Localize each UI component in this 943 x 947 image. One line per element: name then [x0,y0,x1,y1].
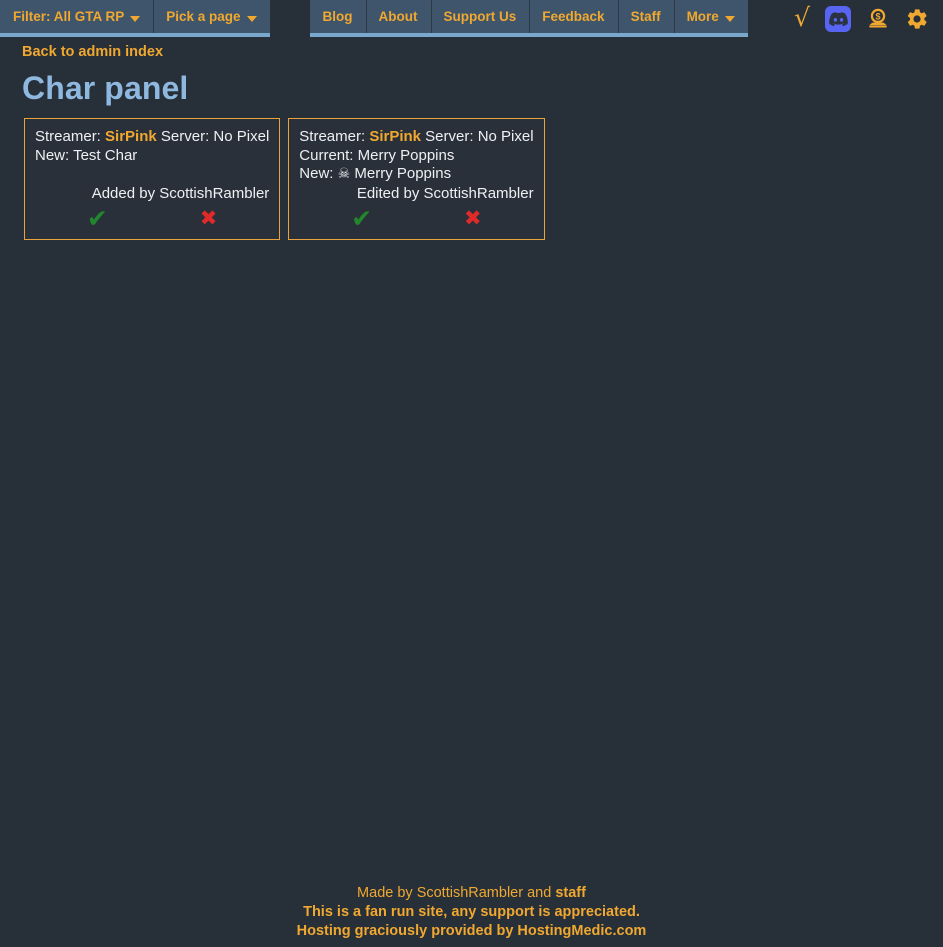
footer-staff-link[interactable]: staff [555,885,586,901]
nav-pick-a-page[interactable]: Pick a page [153,0,270,37]
discord-icon[interactable] [825,5,851,32]
card-edited-by: Edited by ScottishRambler [356,184,534,202]
navbar: Filter: All GTA RP Pick a page Blog Abou… [0,0,943,37]
deny-cross-icon[interactable]: ✖ [200,208,218,229]
card-current-line: Current: Merry Poppins [299,147,533,166]
nav-pick-a-page-label: Pick a page [166,9,241,24]
square-root-icon[interactable]: √ [794,5,810,30]
new-label: New: [35,146,70,164]
nav-filter-label: Filter: All GTA RP [13,9,125,24]
footer-line-hosting: Hosting graciously provided by HostingMe… [296,923,647,939]
char-request-card: Streamer: SirPink Server: No Pixel Curre… [288,118,545,240]
char-request-card: Streamer: SirPink Server: No Pixel New: … [24,118,281,240]
card-streamer-line: Streamer: SirPink Server: No Pixel [35,128,269,147]
nav-more[interactable]: More [673,0,748,37]
new-label: New: [299,165,334,182]
server-name: No Pixel [213,128,270,145]
streamer-name: SirPink [105,128,157,145]
skull-icon: ☠ [337,166,351,182]
card-new-line: New: Test Char [35,147,269,166]
char-request-card-list: Streamer: SirPink Server: No Pixel New: … [24,118,545,240]
footer-line-made-by: Made by ScottishRambler and staff [0,884,943,903]
server-name: No Pixel [477,128,534,145]
donate-money-icon[interactable]: $ [866,7,890,31]
nav-blog-label: Blog [322,9,353,24]
nav-support-us-label: Support Us [443,9,517,24]
nav-more-label: More [686,9,719,24]
approve-check-icon[interactable]: ✔ [87,206,108,231]
footer-line-fan-site: This is a fan run site, any support is a… [303,904,640,920]
card-streamer-line: Streamer: SirPink Server: No Pixel [299,128,533,147]
deny-cross-icon[interactable]: ✖ [464,208,482,229]
chevron-down-icon [246,15,257,22]
chevron-down-icon [130,15,141,22]
nav-about[interactable]: About [365,0,431,37]
nav-feedback[interactable]: Feedback [529,0,618,37]
approve-check-icon[interactable]: ✔ [351,206,372,231]
back-to-admin-index-link[interactable]: Back to admin index [22,44,163,60]
current-label: Current: [299,146,354,164]
card-action-row: ✔ ✖ [299,206,533,231]
footer-made-prefix: Made by ScottishRambler and [357,885,556,901]
page-title: Char panel [22,70,189,106]
card-action-row: ✔ ✖ [35,206,269,231]
footer: Made by ScottishRambler and staff This i… [0,884,943,941]
svg-text:$: $ [875,11,880,21]
current-value: Merry Poppins [357,146,455,164]
nav-staff[interactable]: Staff [617,0,674,37]
card-new-line: New: ☠ Merry Poppins [299,165,533,184]
server-label: Server: [425,128,474,145]
navbar-icon-group: √ $ [774,0,943,37]
nav-staff-label: Staff [630,9,661,24]
server-label: Server: [160,128,210,145]
nav-about-label: About [378,9,418,24]
new-value: Merry Poppins [354,165,452,182]
settings-gear-icon[interactable] [905,7,929,31]
nav-support-us[interactable]: Support Us [430,0,530,37]
streamer-name: SirPink [369,128,421,145]
nav-blog[interactable]: Blog [309,0,366,37]
card-added-by: Added by ScottishRambler [91,184,270,202]
navbar-gap [269,0,310,37]
streamer-label: Streamer: [35,128,101,145]
nav-filter[interactable]: Filter: All GTA RP [0,0,154,37]
nav-feedback-label: Feedback [542,9,605,24]
streamer-label: Streamer: [299,128,366,145]
new-value: Test Char [73,146,138,164]
chevron-down-icon [724,15,735,22]
